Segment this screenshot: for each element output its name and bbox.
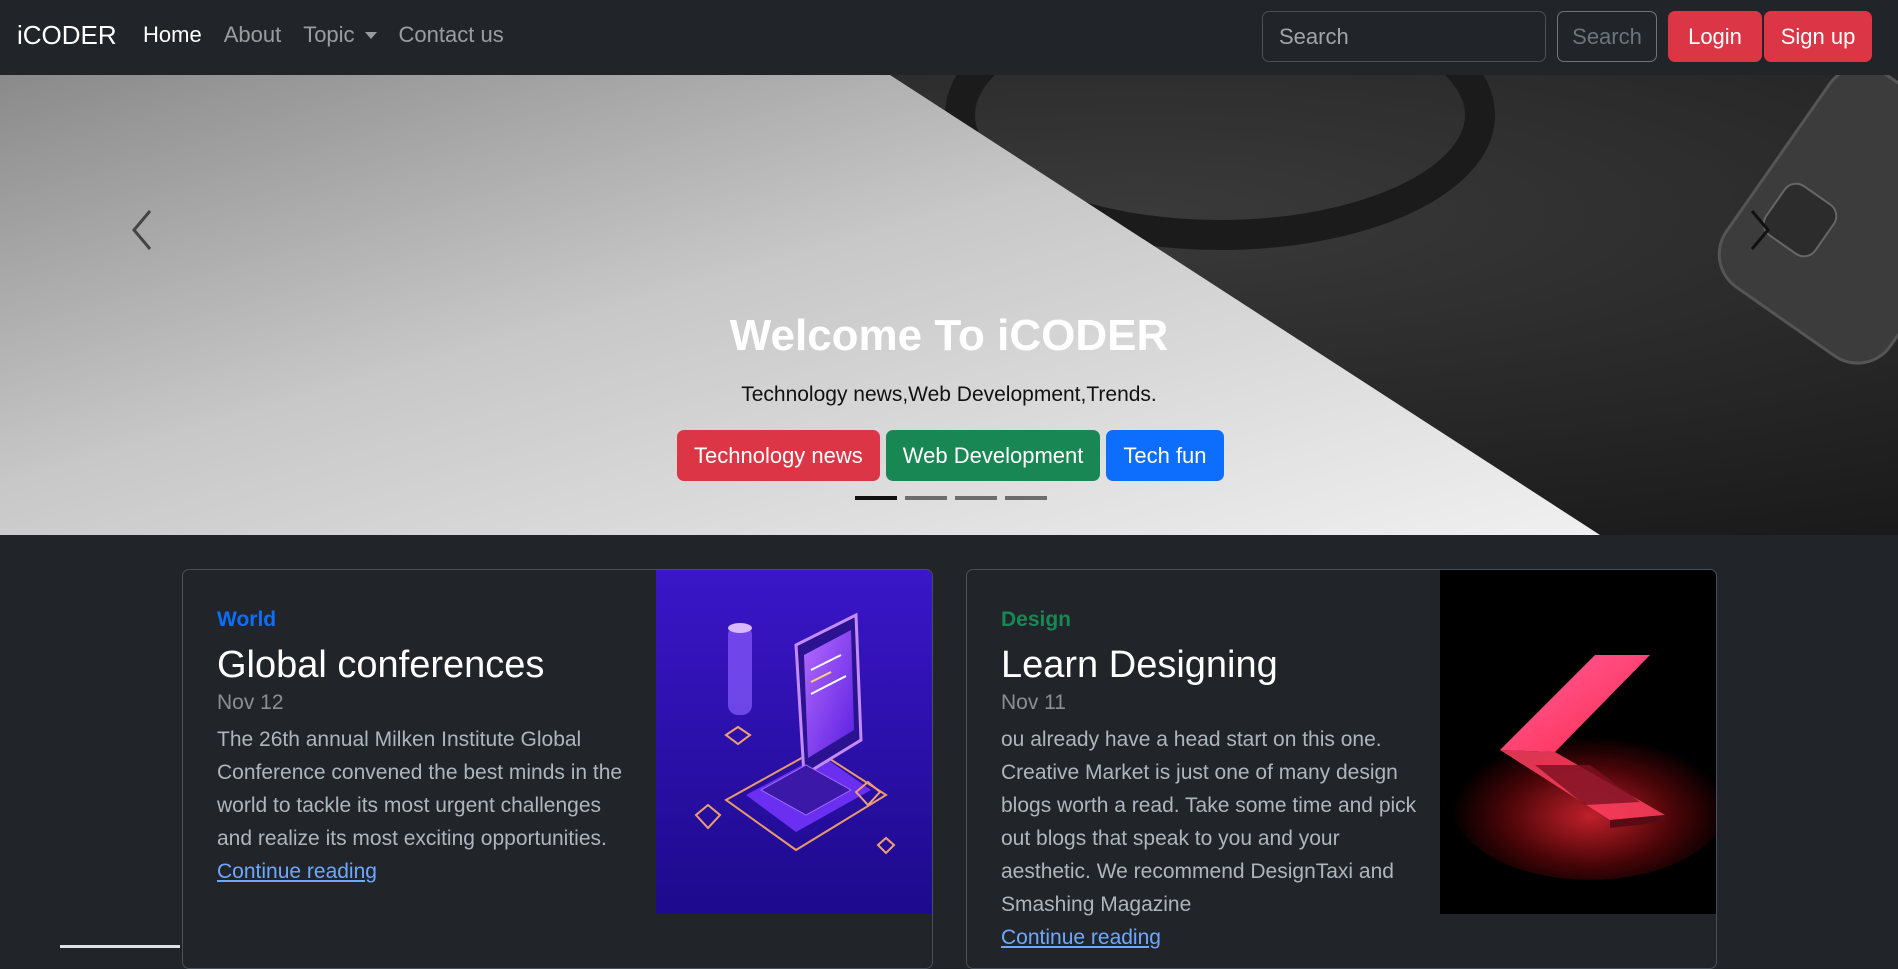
blog-card-design: Design Learn Designing Nov 11 ou already… bbox=[966, 569, 1717, 969]
navbar: iCODER Home About Topic Contact us Searc… bbox=[0, 0, 1898, 75]
nav-link-home[interactable]: Home bbox=[143, 22, 202, 48]
carousel-indicators bbox=[855, 496, 1047, 500]
laptop-red-light-image bbox=[1440, 570, 1716, 914]
carousel-buttons: Technology news Web Development Tech fun bbox=[677, 430, 1224, 481]
carousel-prev-icon[interactable] bbox=[128, 205, 158, 255]
nav-link-topic-label: Topic bbox=[303, 22, 355, 47]
nav-link-about[interactable]: About bbox=[224, 22, 282, 48]
carousel-indicator-2[interactable] bbox=[905, 496, 947, 500]
card-text: The 26th annual Milken Institute Global … bbox=[217, 728, 623, 850]
search-button[interactable]: Search bbox=[1557, 11, 1657, 62]
hero-carousel: Welcome To iCODER Technology news,Web De… bbox=[0, 75, 1898, 535]
nav-links: Home About Topic Contact us bbox=[143, 22, 504, 48]
card-category: Design bbox=[1001, 608, 1072, 631]
card-title: Global conferences bbox=[217, 644, 545, 686]
carousel-title: Welcome To iCODER bbox=[729, 311, 1169, 360]
card-title: Learn Designing bbox=[1001, 644, 1278, 686]
nav-link-topic[interactable]: Topic bbox=[303, 22, 377, 48]
login-button[interactable]: Login bbox=[1668, 11, 1762, 62]
card-body: World Global conferences Nov 12 The 26th… bbox=[217, 608, 637, 888]
carousel-subtitle: Technology news,Web Development,Trends. bbox=[741, 383, 1157, 406]
web-development-button[interactable]: Web Development bbox=[885, 430, 1101, 481]
card-date: Nov 12 bbox=[217, 691, 284, 714]
brand-logo[interactable]: iCODER bbox=[17, 20, 117, 51]
continue-reading-link[interactable]: Continue reading bbox=[217, 855, 637, 888]
chevron-down-icon bbox=[364, 31, 377, 39]
carousel-next-icon[interactable] bbox=[1744, 205, 1774, 255]
card-body: Design Learn Designing Nov 11 ou already… bbox=[1001, 608, 1421, 954]
carousel-caption: Welcome To iCODER Technology news,Web De… bbox=[0, 311, 1898, 407]
signup-button[interactable]: Sign up bbox=[1764, 11, 1872, 62]
tech-fun-button[interactable]: Tech fun bbox=[1106, 430, 1224, 481]
laptop-isometric-image bbox=[656, 570, 932, 914]
blog-card-world: World Global conferences Nov 12 The 26th… bbox=[182, 569, 933, 969]
search-input[interactable] bbox=[1262, 11, 1546, 62]
technology-news-button[interactable]: Technology news bbox=[677, 430, 880, 481]
nav-link-contact[interactable]: Contact us bbox=[399, 22, 504, 48]
card-category: World bbox=[217, 608, 277, 631]
card-date: Nov 11 bbox=[1001, 691, 1066, 714]
carousel-indicator-3[interactable] bbox=[955, 496, 997, 500]
carousel-indicator-1[interactable] bbox=[855, 496, 897, 500]
continue-reading-link[interactable]: Continue reading bbox=[1001, 921, 1421, 954]
carousel-indicator-4[interactable] bbox=[1005, 496, 1047, 500]
card-text: ou already have a head start on this one… bbox=[1001, 728, 1417, 916]
